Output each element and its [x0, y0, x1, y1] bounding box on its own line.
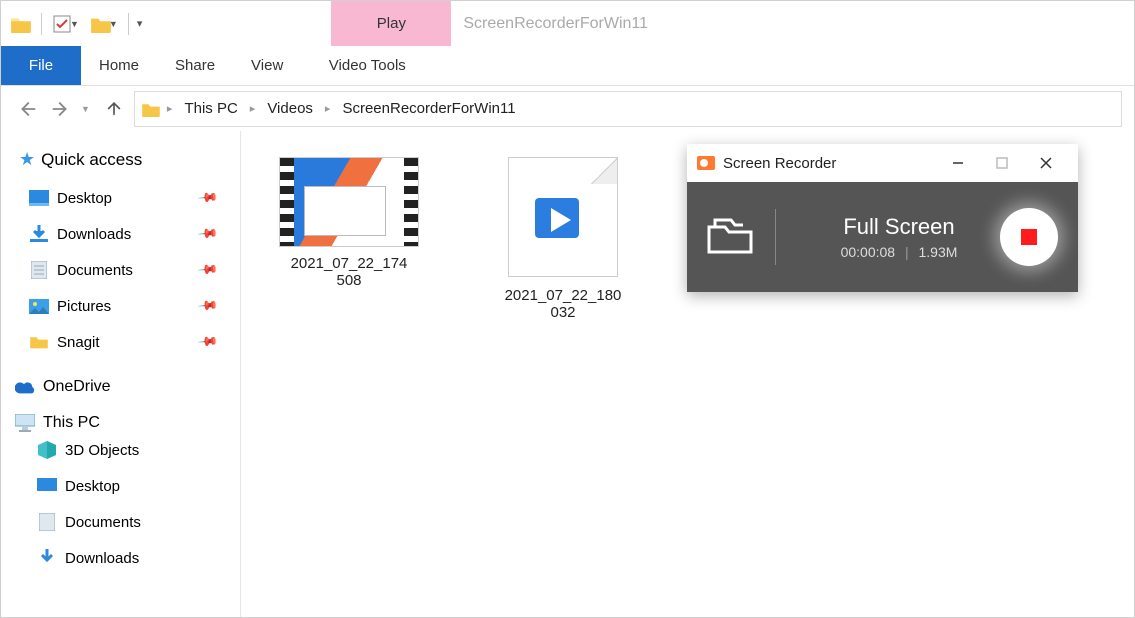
video-file-icon [508, 157, 618, 277]
sidebar-item-downloads[interactable]: Downloads 📌 [19, 216, 230, 252]
minimize-button[interactable] [936, 144, 980, 182]
quick-access-label: Quick access [41, 150, 142, 170]
cube-icon [37, 441, 57, 459]
desktop-icon [29, 189, 49, 207]
recording-size: 1.93M [919, 244, 958, 260]
download-icon [37, 549, 57, 567]
up-button[interactable] [100, 95, 128, 123]
explorer-window: ▼ ▼ ▾ Play ScreenRecorderForWin11 File H… [0, 0, 1135, 618]
sidebar-quick-access[interactable]: ★ Quick access [19, 149, 230, 170]
pictures-icon [29, 297, 49, 315]
ribbon-context-tab-play[interactable]: Play [331, 1, 451, 46]
download-icon [29, 225, 49, 243]
pin-icon: 📌 [197, 223, 220, 246]
breadcrumb-current[interactable]: ScreenRecorderForWin11 [334, 100, 523, 117]
forward-button[interactable] [47, 95, 75, 123]
address-folder-icon [141, 101, 161, 117]
tab-video-tools[interactable]: Video Tools [307, 46, 427, 85]
sidebar-item-3d-objects[interactable]: 3D Objects [27, 432, 230, 468]
breadcrumb-this-pc[interactable]: This PC [176, 100, 245, 117]
ribbon-tabs: File Home Share View Video Tools [1, 46, 1134, 86]
document-icon [37, 513, 57, 531]
onedrive-label: OneDrive [43, 378, 111, 396]
chevron-right-icon[interactable]: ▸ [246, 102, 260, 115]
sidebar-item-label: Downloads [65, 550, 139, 567]
address-bar[interactable]: ▸ This PC ▸ Videos ▸ ScreenRecorderForWi… [134, 91, 1122, 127]
recording-mode-label: Full Screen [798, 214, 1000, 240]
back-button[interactable] [13, 95, 41, 123]
sidebar-item-desktop[interactable]: Desktop 📌 [19, 180, 230, 216]
cloud-icon [15, 378, 35, 396]
file-name-line2: 032 [483, 304, 643, 321]
elapsed-time: 00:00:08 [841, 244, 896, 260]
this-pc-label: This PC [43, 414, 100, 432]
sidebar-item-pictures[interactable]: Pictures 📌 [19, 288, 230, 324]
screen-recorder-window[interactable]: Screen Recorder Full Screen 00:00:08 | 1… [687, 144, 1078, 292]
sidebar-this-pc[interactable]: This PC [15, 414, 230, 432]
desktop-icon [37, 477, 57, 495]
sidebar-item-label: 3D Objects [65, 442, 139, 459]
sidebar-item-label: Documents [57, 262, 133, 279]
file-name-line1: 2021_07_22_174 [269, 255, 429, 272]
tab-share[interactable]: Share [157, 46, 233, 85]
tab-file[interactable]: File [1, 46, 81, 85]
sidebar-item-label: Desktop [65, 478, 120, 495]
pin-icon: 📌 [197, 295, 220, 318]
sidebar-item-label: Desktop [57, 190, 112, 207]
chevron-right-icon[interactable]: ▸ [163, 102, 177, 115]
maximize-button[interactable] [980, 144, 1024, 182]
tab-view[interactable]: View [233, 46, 301, 85]
sidebar-onedrive[interactable]: OneDrive [15, 378, 230, 396]
sidebar-item-label: Documents [65, 514, 141, 531]
pin-icon: 📌 [197, 187, 220, 210]
document-icon [29, 261, 49, 279]
history-dropdown-icon[interactable]: ▼ [81, 104, 90, 114]
file-name-line1: 2021_07_22_180 [483, 287, 643, 304]
quick-access-toolbar: ▼ ▼ ▾ Play ScreenRecorderForWin11 [1, 1, 1134, 46]
separator: | [899, 244, 915, 260]
star-icon: ★ [19, 149, 35, 170]
window-title: ScreenRecorderForWin11 [463, 15, 648, 33]
sidebar-item-label: Snagit [57, 334, 100, 351]
file-name-line2: 508 [269, 272, 429, 289]
pin-icon: 📌 [197, 331, 220, 354]
separator [128, 13, 129, 35]
output-folder-icon[interactable] [707, 215, 753, 260]
breadcrumb-videos[interactable]: Videos [259, 100, 321, 117]
sidebar-item-downloads-pc[interactable]: Downloads [27, 540, 230, 576]
video-thumbnail [279, 157, 419, 247]
stop-icon [1021, 229, 1037, 245]
recorder-body: Full Screen 00:00:08 | 1.93M [687, 182, 1078, 292]
recorder-title-label: Screen Recorder [723, 155, 836, 172]
sidebar-item-label: Downloads [57, 226, 131, 243]
recorder-titlebar[interactable]: Screen Recorder [687, 144, 1078, 182]
folder-icon[interactable] [5, 8, 37, 40]
overflow-icon[interactable]: ▾ [137, 17, 143, 30]
sidebar-item-documents-pc[interactable]: Documents [27, 504, 230, 540]
chevron-right-icon[interactable]: ▸ [321, 102, 335, 115]
sidebar-item-desktop-pc[interactable]: Desktop [27, 468, 230, 504]
file-item[interactable]: 2021_07_22_180 032 [483, 157, 643, 321]
close-button[interactable] [1024, 144, 1068, 182]
tab-home[interactable]: Home [81, 46, 157, 85]
pc-icon [15, 414, 35, 432]
separator [41, 13, 42, 35]
file-item[interactable]: 2021_07_22_174 508 [269, 157, 429, 289]
navigation-pane: ★ Quick access Desktop 📌 Downloads 📌 Doc… [1, 131, 241, 617]
sidebar-item-label: Pictures [57, 298, 111, 315]
navigation-row: ▼ ▸ This PC ▸ Videos ▸ ScreenRecorderFor… [1, 86, 1134, 131]
qat-dropdown-icon[interactable]: ▼ [70, 19, 79, 29]
separator [775, 209, 776, 265]
sidebar-item-documents[interactable]: Documents 📌 [19, 252, 230, 288]
stop-record-button[interactable] [1000, 208, 1058, 266]
pin-icon: 📌 [197, 259, 220, 282]
folder-icon [29, 333, 49, 351]
recorder-status: Full Screen 00:00:08 | 1.93M [798, 214, 1000, 260]
play-icon [531, 192, 587, 248]
recorder-app-icon [697, 156, 715, 170]
qat-folder-dropdown-icon[interactable]: ▼ [109, 19, 118, 29]
sidebar-item-snagit[interactable]: Snagit 📌 [19, 324, 230, 360]
